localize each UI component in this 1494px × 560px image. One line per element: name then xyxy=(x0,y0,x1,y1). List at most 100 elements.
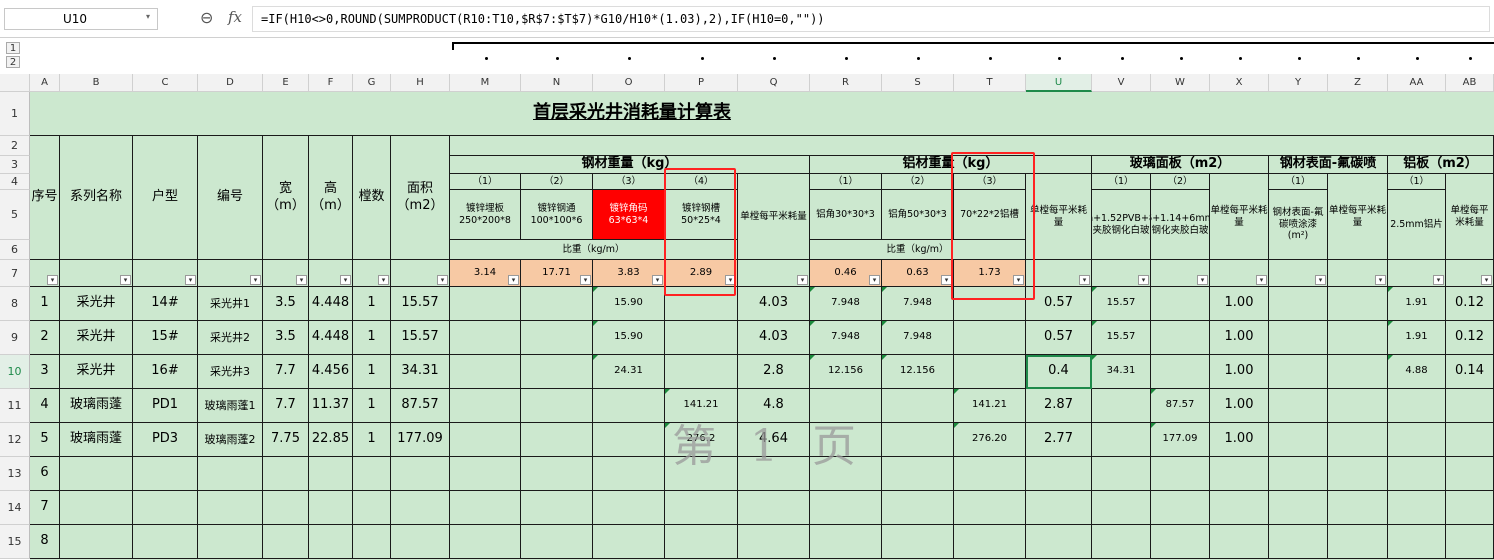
cell-q8[interactable]: 4.03 xyxy=(738,287,810,321)
row-header-6[interactable]: 6 xyxy=(0,240,30,260)
cell-y15[interactable] xyxy=(1269,525,1328,559)
cell-t11[interactable]: 141.21 xyxy=(954,389,1026,423)
cell-h15[interactable] xyxy=(391,525,450,559)
cell-v12[interactable] xyxy=(1092,423,1151,457)
cell-z11[interactable] xyxy=(1328,389,1388,423)
cell-m9[interactable] xyxy=(450,321,521,355)
cell-p15[interactable] xyxy=(665,525,738,559)
cell-b12[interactable]: 玻璃雨蓬 xyxy=(60,423,133,457)
filter-cell-g[interactable]: ▾ xyxy=(353,260,391,287)
cell-d11[interactable]: 玻璃雨蓬1 xyxy=(198,389,263,423)
column-header-aa[interactable]: AA xyxy=(1388,74,1446,92)
cell-f10[interactable]: 4.456 xyxy=(309,355,353,389)
cell-g11[interactable]: 1 xyxy=(353,389,391,423)
filter-dropdown-icon[interactable]: ▾ xyxy=(378,275,389,285)
row-header-3[interactable]: 3 xyxy=(0,156,30,174)
cell-s15[interactable] xyxy=(882,525,954,559)
cell-ab10[interactable]: 0.14 xyxy=(1446,355,1494,389)
filter-cell-x[interactable]: ▾ xyxy=(1210,260,1269,287)
column-header-s[interactable]: S xyxy=(882,74,954,92)
cell-t10[interactable] xyxy=(954,355,1026,389)
cell-m14[interactable] xyxy=(450,491,521,525)
cell-g13[interactable] xyxy=(353,457,391,491)
cell-f15[interactable] xyxy=(309,525,353,559)
filter-dropdown-icon[interactable]: ▾ xyxy=(1433,275,1444,285)
cell-t14[interactable] xyxy=(954,491,1026,525)
cell-w8[interactable] xyxy=(1151,287,1210,321)
column-header-v[interactable]: V xyxy=(1092,74,1151,92)
cell-y11[interactable] xyxy=(1269,389,1328,423)
filter-dropdown-icon[interactable]: ▾ xyxy=(1138,275,1149,285)
cell-s13[interactable] xyxy=(882,457,954,491)
cell-z8[interactable] xyxy=(1328,287,1388,321)
filter-cell-ab[interactable]: ▾ xyxy=(1446,260,1494,287)
cell-aa15[interactable] xyxy=(1388,525,1446,559)
cell-aa13[interactable] xyxy=(1388,457,1446,491)
cell-h11[interactable]: 87.57 xyxy=(391,389,450,423)
filter-dropdown-icon[interactable]: ▾ xyxy=(1375,275,1386,285)
filter-dropdown-icon[interactable]: ▾ xyxy=(47,275,58,285)
cell-f8[interactable]: 4.448 xyxy=(309,287,353,321)
filter-dropdown-icon[interactable]: ▾ xyxy=(508,275,519,285)
cell-d13[interactable] xyxy=(198,457,263,491)
cell-o14[interactable] xyxy=(593,491,665,525)
cell-a14[interactable]: 7 xyxy=(30,491,60,525)
cell-c10[interactable]: 16# xyxy=(133,355,198,389)
cell-v11[interactable] xyxy=(1092,389,1151,423)
row-header-4[interactable]: 4 xyxy=(0,174,30,190)
row-header-1[interactable]: 1 xyxy=(0,92,30,136)
cell-aa12[interactable] xyxy=(1388,423,1446,457)
filter-cell-y[interactable]: ▾ xyxy=(1269,260,1328,287)
column-header-m[interactable]: M xyxy=(450,74,521,92)
cell-o11[interactable] xyxy=(593,389,665,423)
cell-a12[interactable]: 5 xyxy=(30,423,60,457)
cell-c14[interactable] xyxy=(133,491,198,525)
cell-h10[interactable]: 34.31 xyxy=(391,355,450,389)
cell-aa14[interactable] xyxy=(1388,491,1446,525)
cell-aa9[interactable]: 1.91 xyxy=(1388,321,1446,355)
cell-v10[interactable]: 34.31 xyxy=(1092,355,1151,389)
cell-f14[interactable] xyxy=(309,491,353,525)
filter-dropdown-icon[interactable]: ▾ xyxy=(296,275,307,285)
cell-aa10[interactable]: 4.88 xyxy=(1388,355,1446,389)
cell-h8[interactable]: 15.57 xyxy=(391,287,450,321)
cell-c11[interactable]: PD1 xyxy=(133,389,198,423)
cell-ab11[interactable] xyxy=(1446,389,1494,423)
filter-cell-e[interactable]: ▾ xyxy=(263,260,309,287)
cell-a9[interactable]: 2 xyxy=(30,321,60,355)
cell-d12[interactable]: 玻璃雨蓬2 xyxy=(198,423,263,457)
cell-v8[interactable]: 15.57 xyxy=(1092,287,1151,321)
filter-dropdown-icon[interactable]: ▾ xyxy=(1315,275,1326,285)
cell-n8[interactable] xyxy=(521,287,593,321)
row-header-13[interactable]: 13 xyxy=(0,457,30,491)
function-icon[interactable]: fx xyxy=(228,8,242,26)
cell-o12[interactable] xyxy=(593,423,665,457)
filter-cell-a[interactable]: ▾ xyxy=(30,260,60,287)
column-header-ab[interactable]: AB xyxy=(1446,74,1494,92)
chevron-down-icon[interactable]: ▾ xyxy=(146,12,150,21)
cell-a8[interactable]: 1 xyxy=(30,287,60,321)
al-density-2[interactable]: 0.63 ▾ xyxy=(882,260,954,287)
row-header-2[interactable]: 2 xyxy=(0,136,30,156)
column-header-b[interactable]: B xyxy=(60,74,133,92)
filter-cell-w[interactable]: ▾ xyxy=(1151,260,1210,287)
column-header-y[interactable]: Y xyxy=(1269,74,1328,92)
filter-dropdown-icon[interactable]: ▾ xyxy=(120,275,131,285)
cell-n11[interactable] xyxy=(521,389,593,423)
cell-u14[interactable] xyxy=(1026,491,1092,525)
column-header-d[interactable]: D xyxy=(198,74,263,92)
cell-x13[interactable] xyxy=(1210,457,1269,491)
row-header-7[interactable]: 7 xyxy=(0,260,30,287)
cell-c9[interactable]: 15# xyxy=(133,321,198,355)
filter-cell-q[interactable]: ▾ xyxy=(738,260,810,287)
cell-o13[interactable] xyxy=(593,457,665,491)
cell-d8[interactable]: 采光井1 xyxy=(198,287,263,321)
cell-n9[interactable] xyxy=(521,321,593,355)
cell-m15[interactable] xyxy=(450,525,521,559)
cell-q10[interactable]: 2.8 xyxy=(738,355,810,389)
cell-t15[interactable] xyxy=(954,525,1026,559)
steel-density-2[interactable]: 17.71 ▾ xyxy=(521,260,593,287)
cell-t13[interactable] xyxy=(954,457,1026,491)
cell-w15[interactable] xyxy=(1151,525,1210,559)
column-header-o[interactable]: O xyxy=(593,74,665,92)
